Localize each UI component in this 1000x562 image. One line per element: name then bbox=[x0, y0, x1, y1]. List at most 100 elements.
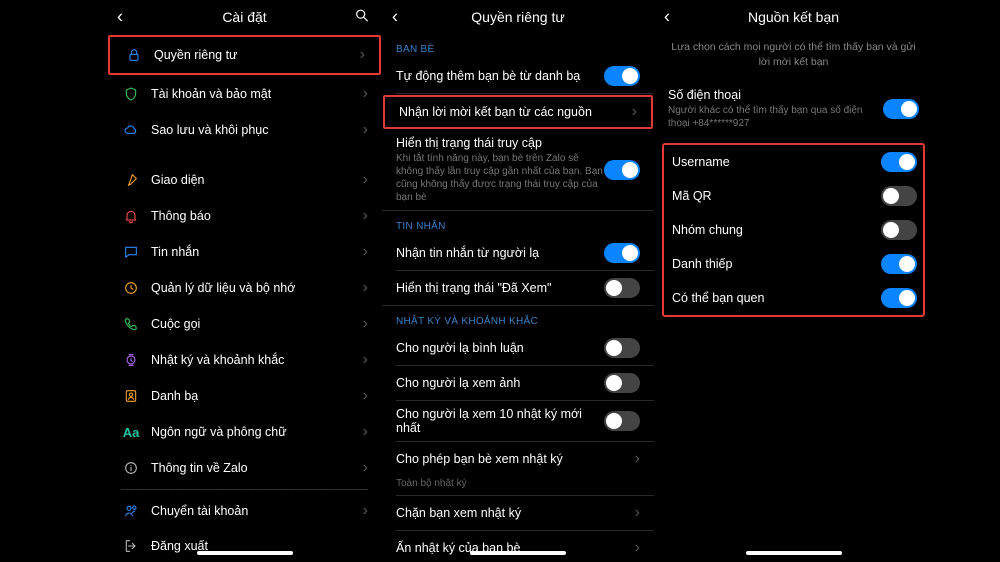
settings-item-label: Quyền riêng tư bbox=[154, 48, 360, 62]
settings-item[interactable]: Nhật ký và khoảnh khắc› bbox=[107, 342, 382, 378]
source-row[interactable]: Có thể bạn quen bbox=[664, 281, 923, 315]
settings-panel: ‹ Cài đặt Quyền riêng tư›Tài khoản và bả… bbox=[107, 0, 382, 562]
settings-item-label: Thông báo bbox=[151, 209, 363, 223]
chevron-right-icon: › bbox=[635, 539, 640, 557]
source-row[interactable]: Số điện thoạiNgười khác có thể tìm thấy … bbox=[654, 79, 933, 139]
privacy-row[interactable]: Hiển thị trạng thái truy cập Khi tắt tính… bbox=[382, 130, 654, 210]
settings-item-label: Nhật ký và khoảnh khắc bbox=[151, 353, 363, 367]
chevron-right-icon: › bbox=[635, 504, 640, 522]
page-title: Nguồn kết bạn bbox=[748, 9, 839, 25]
toggle[interactable] bbox=[604, 66, 640, 86]
header: ‹ Nguồn kết bạn bbox=[654, 0, 933, 34]
source-row[interactable]: Danh thiếp bbox=[664, 247, 923, 281]
settings-item[interactable]: Cuộc gọi› bbox=[107, 306, 382, 342]
settings-item[interactable]: Sao lưu và khôi phục› bbox=[107, 112, 382, 148]
chevron-right-icon: › bbox=[363, 387, 368, 405]
friend-source-panel: ‹ Nguồn kết bạn Lựa chọn cách mọi người … bbox=[654, 0, 933, 562]
source-row[interactable]: Mã QR bbox=[664, 179, 923, 213]
settings-item[interactable]: Tài khoản và bảo mật› bbox=[107, 76, 382, 112]
settings-item[interactable]: AaNgôn ngữ và phông chữ› bbox=[107, 414, 382, 450]
row-label: Tự động thêm bạn bè từ danh bạ bbox=[396, 69, 604, 83]
settings-item[interactable]: Quyền riêng tư› bbox=[108, 35, 381, 75]
row-label: Hiển thị trạng thái truy cập bbox=[396, 136, 604, 150]
chevron-right-icon: › bbox=[363, 121, 368, 139]
lock-icon bbox=[124, 47, 144, 63]
row-label: Danh thiếp bbox=[672, 257, 881, 271]
privacy-row[interactable]: Nhận tin nhắn từ người lạ bbox=[382, 236, 654, 270]
toggle[interactable] bbox=[881, 288, 917, 308]
privacy-row[interactable]: Tự động thêm bạn bè từ danh bạ bbox=[382, 59, 654, 93]
bell-icon bbox=[121, 208, 141, 224]
info-icon bbox=[121, 460, 141, 476]
section-header: BẠN BÈ bbox=[382, 34, 654, 59]
settings-item-label: Thông tin về Zalo bbox=[151, 461, 363, 475]
section-header: TIN NHẮN bbox=[382, 211, 654, 236]
privacy-row[interactable]: Cho người lạ bình luận bbox=[382, 331, 654, 365]
toggle[interactable] bbox=[604, 278, 640, 298]
chevron-right-icon: › bbox=[363, 351, 368, 369]
privacy-row[interactable]: Ẩn nhật ký của bạn bè› bbox=[382, 531, 654, 562]
header: ‹ Cài đặt bbox=[107, 0, 382, 34]
settings-item[interactable]: Quản lý dữ liệu và bộ nhớ› bbox=[107, 270, 382, 306]
toggle[interactable] bbox=[881, 220, 917, 240]
chevron-right-icon: › bbox=[360, 46, 365, 64]
settings-item[interactable]: Thông tin về Zalo› bbox=[107, 450, 382, 486]
source-row[interactable]: Nhóm chung bbox=[664, 213, 923, 247]
chevron-right-icon: › bbox=[363, 502, 368, 520]
privacy-row[interactable]: Cho người lạ xem ảnh bbox=[382, 366, 654, 400]
settings-item[interactable]: Thông báo› bbox=[107, 198, 382, 234]
clock-icon bbox=[121, 280, 141, 296]
settings-item[interactable]: Đăng xuất bbox=[107, 529, 382, 562]
settings-item-label: Chuyển tài khoản bbox=[151, 504, 363, 518]
chevron-right-icon: › bbox=[363, 423, 368, 441]
contacts-icon bbox=[121, 388, 141, 404]
page-description: Lựa chọn cách mọi người có thể tìm thấy … bbox=[654, 34, 933, 79]
page-title: Quyền riêng tư bbox=[471, 9, 564, 25]
settings-item-label: Quản lý dữ liệu và bộ nhớ bbox=[151, 281, 363, 295]
settings-item[interactable]: Tin nhắn› bbox=[107, 234, 382, 270]
settings-item-label: Sao lưu và khôi phục bbox=[151, 123, 363, 137]
search-icon[interactable] bbox=[354, 8, 370, 27]
font-icon: Aa bbox=[121, 425, 141, 440]
cloud-icon bbox=[121, 122, 141, 138]
toggle[interactable] bbox=[881, 186, 917, 206]
message-icon bbox=[121, 244, 141, 260]
chevron-right-icon: › bbox=[363, 459, 368, 477]
back-icon[interactable]: ‹ bbox=[392, 7, 398, 28]
brush-icon bbox=[121, 172, 141, 188]
settings-item-label: Danh bạ bbox=[151, 389, 363, 403]
toggle[interactable] bbox=[604, 243, 640, 263]
home-indicator bbox=[197, 551, 293, 555]
shield-icon bbox=[121, 86, 141, 102]
settings-item[interactable]: Danh bạ› bbox=[107, 378, 382, 414]
toggle[interactable] bbox=[604, 411, 640, 431]
toggle[interactable] bbox=[604, 338, 640, 358]
row-description: Khi tắt tính năng này, bạn bè trên Zalo … bbox=[396, 152, 604, 204]
toggle[interactable] bbox=[881, 152, 917, 172]
toggle[interactable] bbox=[604, 373, 640, 393]
row-label: Hiển thị trạng thái "Đã Xem" bbox=[396, 281, 604, 295]
toggle[interactable] bbox=[883, 99, 919, 119]
row-label: Số điện thoại bbox=[668, 88, 883, 102]
source-row[interactable]: Username bbox=[664, 145, 923, 179]
row-hint: Toàn bộ nhật ký bbox=[382, 476, 654, 495]
settings-item[interactable]: Chuyển tài khoản› bbox=[107, 493, 382, 529]
chevron-right-icon: › bbox=[632, 103, 637, 121]
switch-icon bbox=[121, 503, 141, 519]
back-icon[interactable]: ‹ bbox=[117, 7, 123, 28]
privacy-row[interactable]: Cho phép bạn bè xem nhật ký› bbox=[382, 442, 654, 476]
logout-icon bbox=[121, 538, 141, 554]
back-icon[interactable]: ‹ bbox=[664, 7, 670, 28]
privacy-row[interactable]: Chặn bạn xem nhật ký› bbox=[382, 496, 654, 530]
toggle[interactable] bbox=[604, 160, 640, 180]
row-label: Cho người lạ xem 10 nhật ký mới nhất bbox=[396, 407, 604, 435]
phone-icon bbox=[121, 316, 141, 332]
privacy-row[interactable]: Hiển thị trạng thái "Đã Xem" bbox=[382, 271, 654, 305]
watch-icon bbox=[121, 352, 141, 368]
toggle[interactable] bbox=[881, 254, 917, 274]
settings-item[interactable]: Giao diện› bbox=[107, 162, 382, 198]
chevron-right-icon: › bbox=[363, 315, 368, 333]
privacy-row[interactable]: Cho người lạ xem 10 nhật ký mới nhất bbox=[382, 401, 654, 441]
settings-item-label: Cuộc gọi bbox=[151, 317, 363, 331]
privacy-row[interactable]: Nhận lời mời kết bạn từ các nguồn› bbox=[383, 95, 653, 129]
